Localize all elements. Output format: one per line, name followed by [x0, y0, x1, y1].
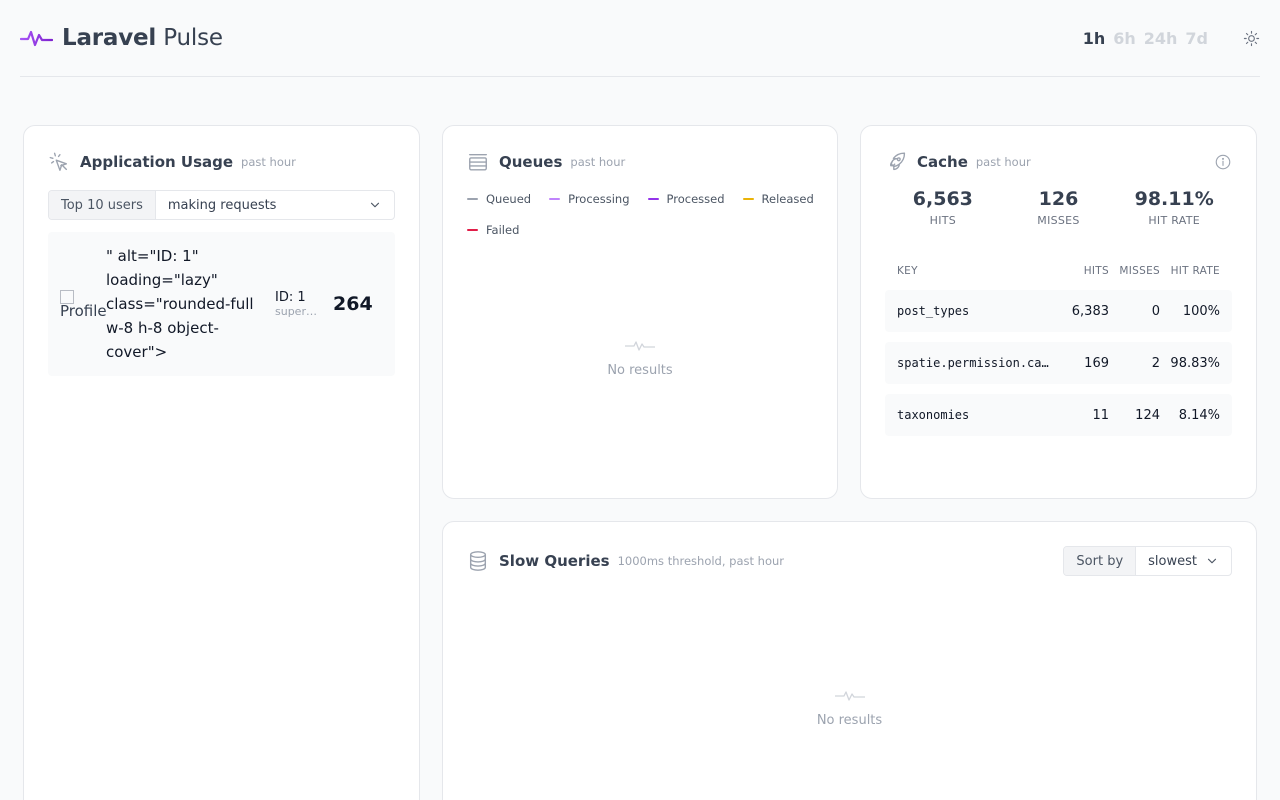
cache-keys-table: KEY HITS MISSES HIT RATE post_types 6,38… — [885, 262, 1232, 436]
queues-card: Queues past hour Queued Processing Proce… — [442, 125, 838, 499]
legend-item-failed: Failed — [467, 223, 519, 237]
stat-label: HITS — [929, 214, 957, 227]
database-icon — [469, 551, 487, 571]
user-list-item: Profile " alt="ID: 1" loading="lazy" cla… — [48, 232, 395, 376]
pulse-empty-icon — [834, 691, 865, 701]
card-subtitle: past hour — [570, 155, 626, 169]
legend-item-released: Released — [742, 192, 814, 206]
legend-swatch — [742, 198, 754, 200]
card-title: Queues — [499, 153, 563, 171]
period-7d[interactable]: 7d — [1185, 29, 1208, 48]
info-icon[interactable] — [1214, 153, 1232, 171]
cursor-click-icon — [49, 152, 68, 171]
card-subtitle: 1000ms threshold, past hour — [617, 554, 785, 568]
sun-icon — [1243, 30, 1259, 46]
brand-title: Laravel Pulse — [62, 25, 223, 51]
column-header-hits: HITS — [1083, 265, 1109, 277]
cache-stats: 6,563 HITS 126 MISSES 98.11% HIT RATE — [885, 188, 1232, 227]
slow-queries-card: Slow Queries 1000ms threshold, past hour… — [442, 521, 1257, 800]
table-row: post_types 6,383 0 100% — [885, 290, 1232, 332]
usage-type-select[interactable]: Top 10 users making requests — [48, 190, 395, 220]
rocket-icon — [890, 152, 906, 171]
stat-label: HIT RATE — [1148, 214, 1201, 227]
cell-hits: 169 — [1084, 355, 1109, 371]
sort-label: Sort by — [1064, 547, 1137, 575]
cache-card: Cache past hour 6,563 HITS 126 MISSES 98… — [860, 125, 1257, 499]
cell-key: post_types — [897, 304, 970, 318]
sort-value[interactable]: slowest — [1136, 547, 1231, 575]
sort-value-text: slowest — [1148, 553, 1197, 569]
empty-state-text: No results — [816, 713, 883, 728]
user-subtitle: superadmin — [275, 305, 321, 318]
brand[interactable]: Laravel Pulse — [20, 25, 223, 51]
card-title: Slow Queries — [499, 552, 610, 570]
table-header: KEY HITS MISSES HIT RATE — [885, 262, 1232, 280]
column-header-misses: MISSES — [1119, 265, 1160, 277]
cell-hit-rate: 8.14% — [1178, 407, 1220, 423]
legend-swatch — [467, 198, 478, 200]
table-row: spatie.permission.cache 169 2 98.83% — [885, 342, 1232, 384]
legend-item-queued: Queued — [467, 192, 531, 206]
period-selector: 1h 6h 24h 7d — [1083, 29, 1208, 48]
stat-value: 6,563 — [912, 188, 973, 210]
cell-misses: 0 — [1151, 303, 1160, 319]
cell-key: taxonomies — [897, 408, 970, 422]
queue-list-icon — [469, 153, 487, 171]
legend-item-processed: Processed — [647, 192, 725, 206]
user-name-text: " alt="ID: 1" loading="lazy" class="roun… — [106, 247, 254, 361]
cell-misses: 2 — [1151, 355, 1160, 371]
pulse-logo-icon — [20, 30, 53, 47]
avatar-alt-text: Profile — [60, 302, 107, 320]
stat-hit-rate: 98.11% HIT RATE — [1116, 188, 1232, 227]
select-label: Top 10 users — [49, 191, 156, 219]
cell-hit-rate: 100% — [1182, 303, 1220, 319]
sort-select[interactable]: Sort by slowest — [1063, 546, 1232, 576]
legend-swatch — [647, 198, 659, 200]
empty-state: No results — [443, 691, 1256, 728]
legend-swatch — [467, 229, 478, 231]
legend-swatch — [549, 198, 561, 200]
stat-hits: 6,563 HITS — [885, 188, 1001, 227]
stat-value: 98.11% — [1134, 188, 1214, 210]
table-row: taxonomies 11 124 8.14% — [885, 394, 1232, 436]
user-request-count: 264 — [333, 293, 373, 315]
period-6h[interactable]: 6h — [1113, 29, 1136, 48]
queues-legend: Queued Processing Processed Released Fai… — [467, 192, 817, 237]
card-subtitle: past hour — [241, 155, 296, 169]
period-24h[interactable]: 24h — [1144, 29, 1178, 48]
select-value[interactable]: making requests — [156, 191, 394, 219]
chevron-down-icon — [370, 202, 380, 208]
card-title: Application Usage — [80, 153, 234, 171]
empty-state: No results — [443, 341, 837, 378]
stat-label: MISSES — [1037, 214, 1080, 227]
header: Laravel Pulse 1h 6h 24h 7d — [20, 0, 1260, 77]
application-usage-card: Application Usage past hour Top 10 users… — [23, 125, 420, 800]
cell-misses: 124 — [1135, 407, 1160, 423]
chevron-down-icon — [1207, 558, 1217, 564]
user-id: ID: 1 — [275, 290, 306, 305]
cell-hit-rate: 98.83% — [1170, 355, 1220, 371]
column-header-key: KEY — [897, 265, 918, 277]
avatar: Profile — [48, 288, 107, 320]
period-1h[interactable]: 1h — [1083, 29, 1106, 48]
theme-toggle-button[interactable] — [1242, 29, 1260, 47]
card-subtitle: past hour — [975, 155, 1031, 169]
column-header-hit-rate: HIT RATE — [1170, 265, 1220, 277]
cell-hits: 11 — [1092, 407, 1109, 423]
stat-misses: 126 MISSES — [1001, 188, 1117, 227]
stat-value: 126 — [1038, 188, 1079, 210]
legend-item-processing: Processing — [549, 192, 630, 206]
cell-hits: 6,383 — [1071, 303, 1109, 319]
select-value-text: making requests — [167, 197, 277, 213]
card-title: Cache — [917, 153, 968, 171]
cell-key: spatie.permission.cache — [897, 356, 1059, 370]
empty-state-text: No results — [607, 363, 673, 378]
pulse-empty-icon — [625, 341, 655, 351]
